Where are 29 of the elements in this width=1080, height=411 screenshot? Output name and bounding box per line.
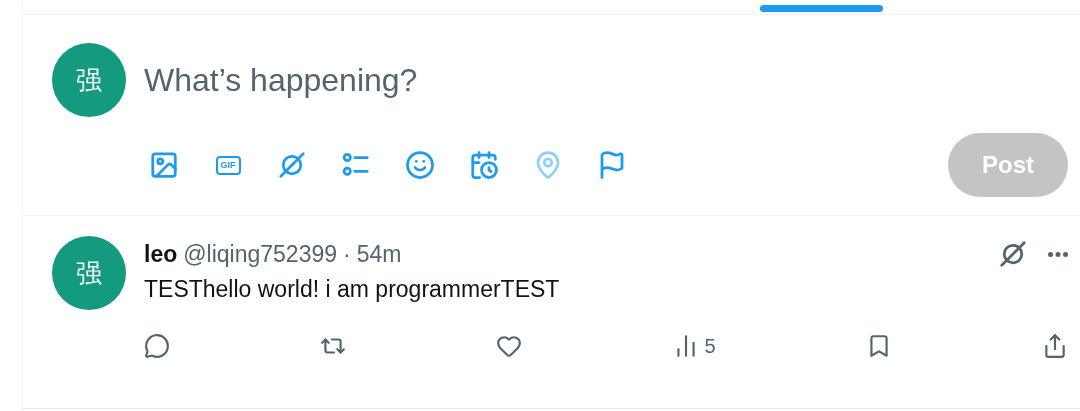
comment-icon xyxy=(144,333,170,359)
views-button[interactable]: 5 xyxy=(672,333,716,359)
grok-button[interactable] xyxy=(276,149,308,181)
slashed-circle-button[interactable] xyxy=(998,239,1028,269)
more-icon xyxy=(1048,251,1068,257)
more-button[interactable] xyxy=(1048,251,1068,257)
heart-icon xyxy=(496,333,523,359)
image-button[interactable] xyxy=(148,149,180,181)
share-icon xyxy=(1042,333,1068,359)
share-button[interactable] xyxy=(1042,333,1068,359)
post-time: 54m xyxy=(356,240,402,268)
avatar: 强 xyxy=(52,43,126,117)
image-icon xyxy=(149,150,179,180)
user-handle: @liqing752399 xyxy=(183,240,338,268)
separator: · xyxy=(343,240,351,268)
user-name: leo xyxy=(144,240,178,268)
like-button[interactable] xyxy=(496,333,523,359)
slashed-circle-icon xyxy=(998,239,1028,269)
view-count: 5 xyxy=(704,334,716,358)
avatar: 强 xyxy=(52,236,126,310)
smile-icon xyxy=(405,150,435,180)
slashed-circle-icon xyxy=(277,150,307,180)
calendar-clock-icon xyxy=(469,150,499,180)
gif-icon: GIF xyxy=(215,155,241,175)
reply-button[interactable] xyxy=(144,333,170,359)
emoji-button[interactable] xyxy=(404,149,436,181)
schedule-button[interactable] xyxy=(468,149,500,181)
gif-button[interactable]: GIF xyxy=(212,149,244,181)
post-text: TESThello world! i am programmerTEST xyxy=(144,276,561,303)
